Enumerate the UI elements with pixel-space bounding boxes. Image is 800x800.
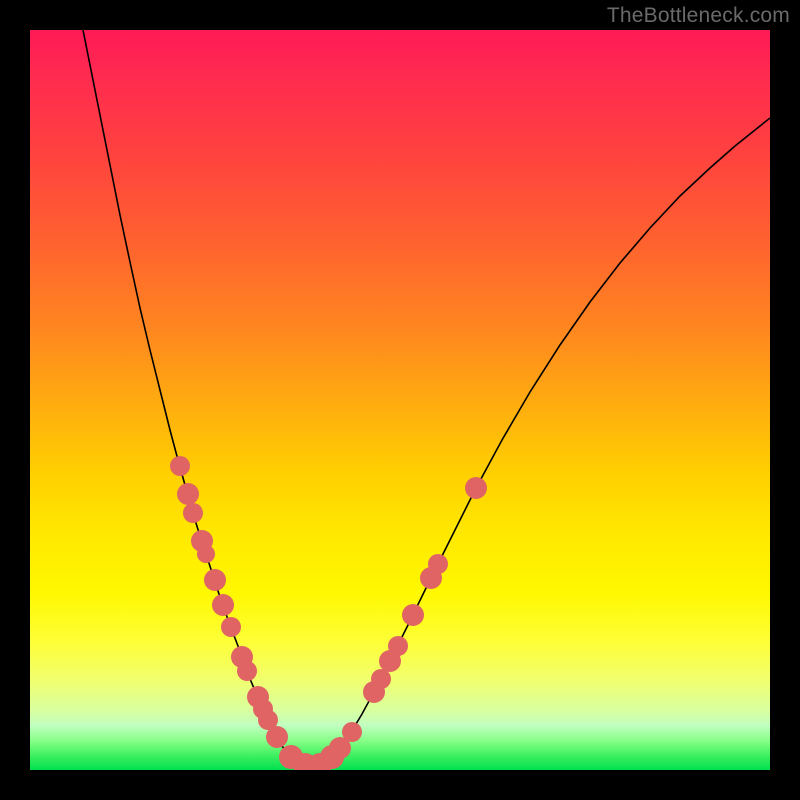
data-dot	[428, 554, 448, 574]
data-dot	[465, 477, 487, 499]
data-dot	[266, 726, 288, 748]
data-dot	[183, 503, 203, 523]
data-dot	[237, 661, 257, 681]
data-dot	[402, 604, 424, 626]
chart-plot-area	[30, 30, 770, 770]
data-dot	[204, 569, 226, 591]
data-dot	[388, 636, 408, 656]
data-dot	[177, 483, 199, 505]
data-dot	[212, 594, 234, 616]
data-dot	[342, 722, 362, 742]
watermark-text: TheBottleneck.com	[607, 4, 790, 28]
data-dot	[197, 545, 215, 563]
data-dot	[371, 669, 391, 689]
data-dot	[170, 456, 190, 476]
data-dot	[221, 617, 241, 637]
